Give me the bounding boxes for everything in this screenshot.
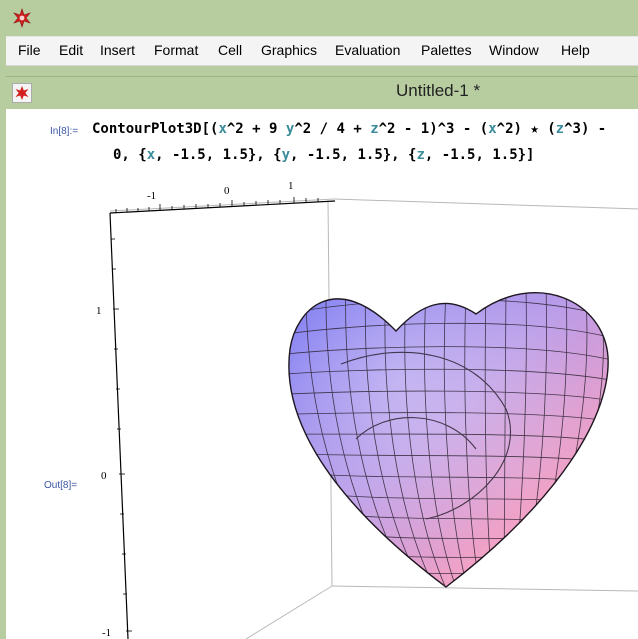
left-axis-tick-label: -1 xyxy=(102,627,111,639)
menu-bar: File Edit Insert Format Cell Graphics Ev… xyxy=(6,36,638,66)
mathematica-star-icon[interactable] xyxy=(12,8,32,28)
menu-file[interactable]: File xyxy=(18,42,41,58)
menu-window[interactable]: Window xyxy=(489,42,539,58)
app-titlebar xyxy=(0,0,638,34)
notebook-window: Untitled-1 * In[8]:= ContourPlot3D[(x^2 … xyxy=(6,76,638,639)
contour-plot-3d[interactable]: -1 0 1 1 0 -1 xyxy=(6,109,638,639)
menu-graphics[interactable]: Graphics xyxy=(261,42,317,58)
menu-evaluation[interactable]: Evaluation xyxy=(335,42,400,58)
menu-cell[interactable]: Cell xyxy=(218,42,242,58)
mathematica-star-icon xyxy=(15,86,29,100)
heart-surface xyxy=(288,292,609,588)
notebook-title: Untitled-1 * xyxy=(396,81,481,100)
notebook-titlebar: Untitled-1 * xyxy=(6,77,638,108)
top-axis-tick-label: 1 xyxy=(288,180,294,192)
menu-edit[interactable]: Edit xyxy=(59,42,83,58)
menu-palettes[interactable]: Palettes xyxy=(421,42,472,58)
top-axis-tick-label: -1 xyxy=(147,190,156,202)
menu-insert[interactable]: Insert xyxy=(100,42,135,58)
left-axis-tick-label: 1 xyxy=(96,305,102,317)
menu-format[interactable]: Format xyxy=(154,42,198,58)
notebook-content[interactable]: In[8]:= ContourPlot3D[(x^2 + 9 y^2 / 4 +… xyxy=(6,109,638,639)
top-axis-tick-label: 0 xyxy=(224,185,230,197)
menu-help[interactable]: Help xyxy=(561,42,590,58)
left-axis-tick-label: 0 xyxy=(101,470,107,482)
notebook-icon-box[interactable] xyxy=(12,83,32,103)
